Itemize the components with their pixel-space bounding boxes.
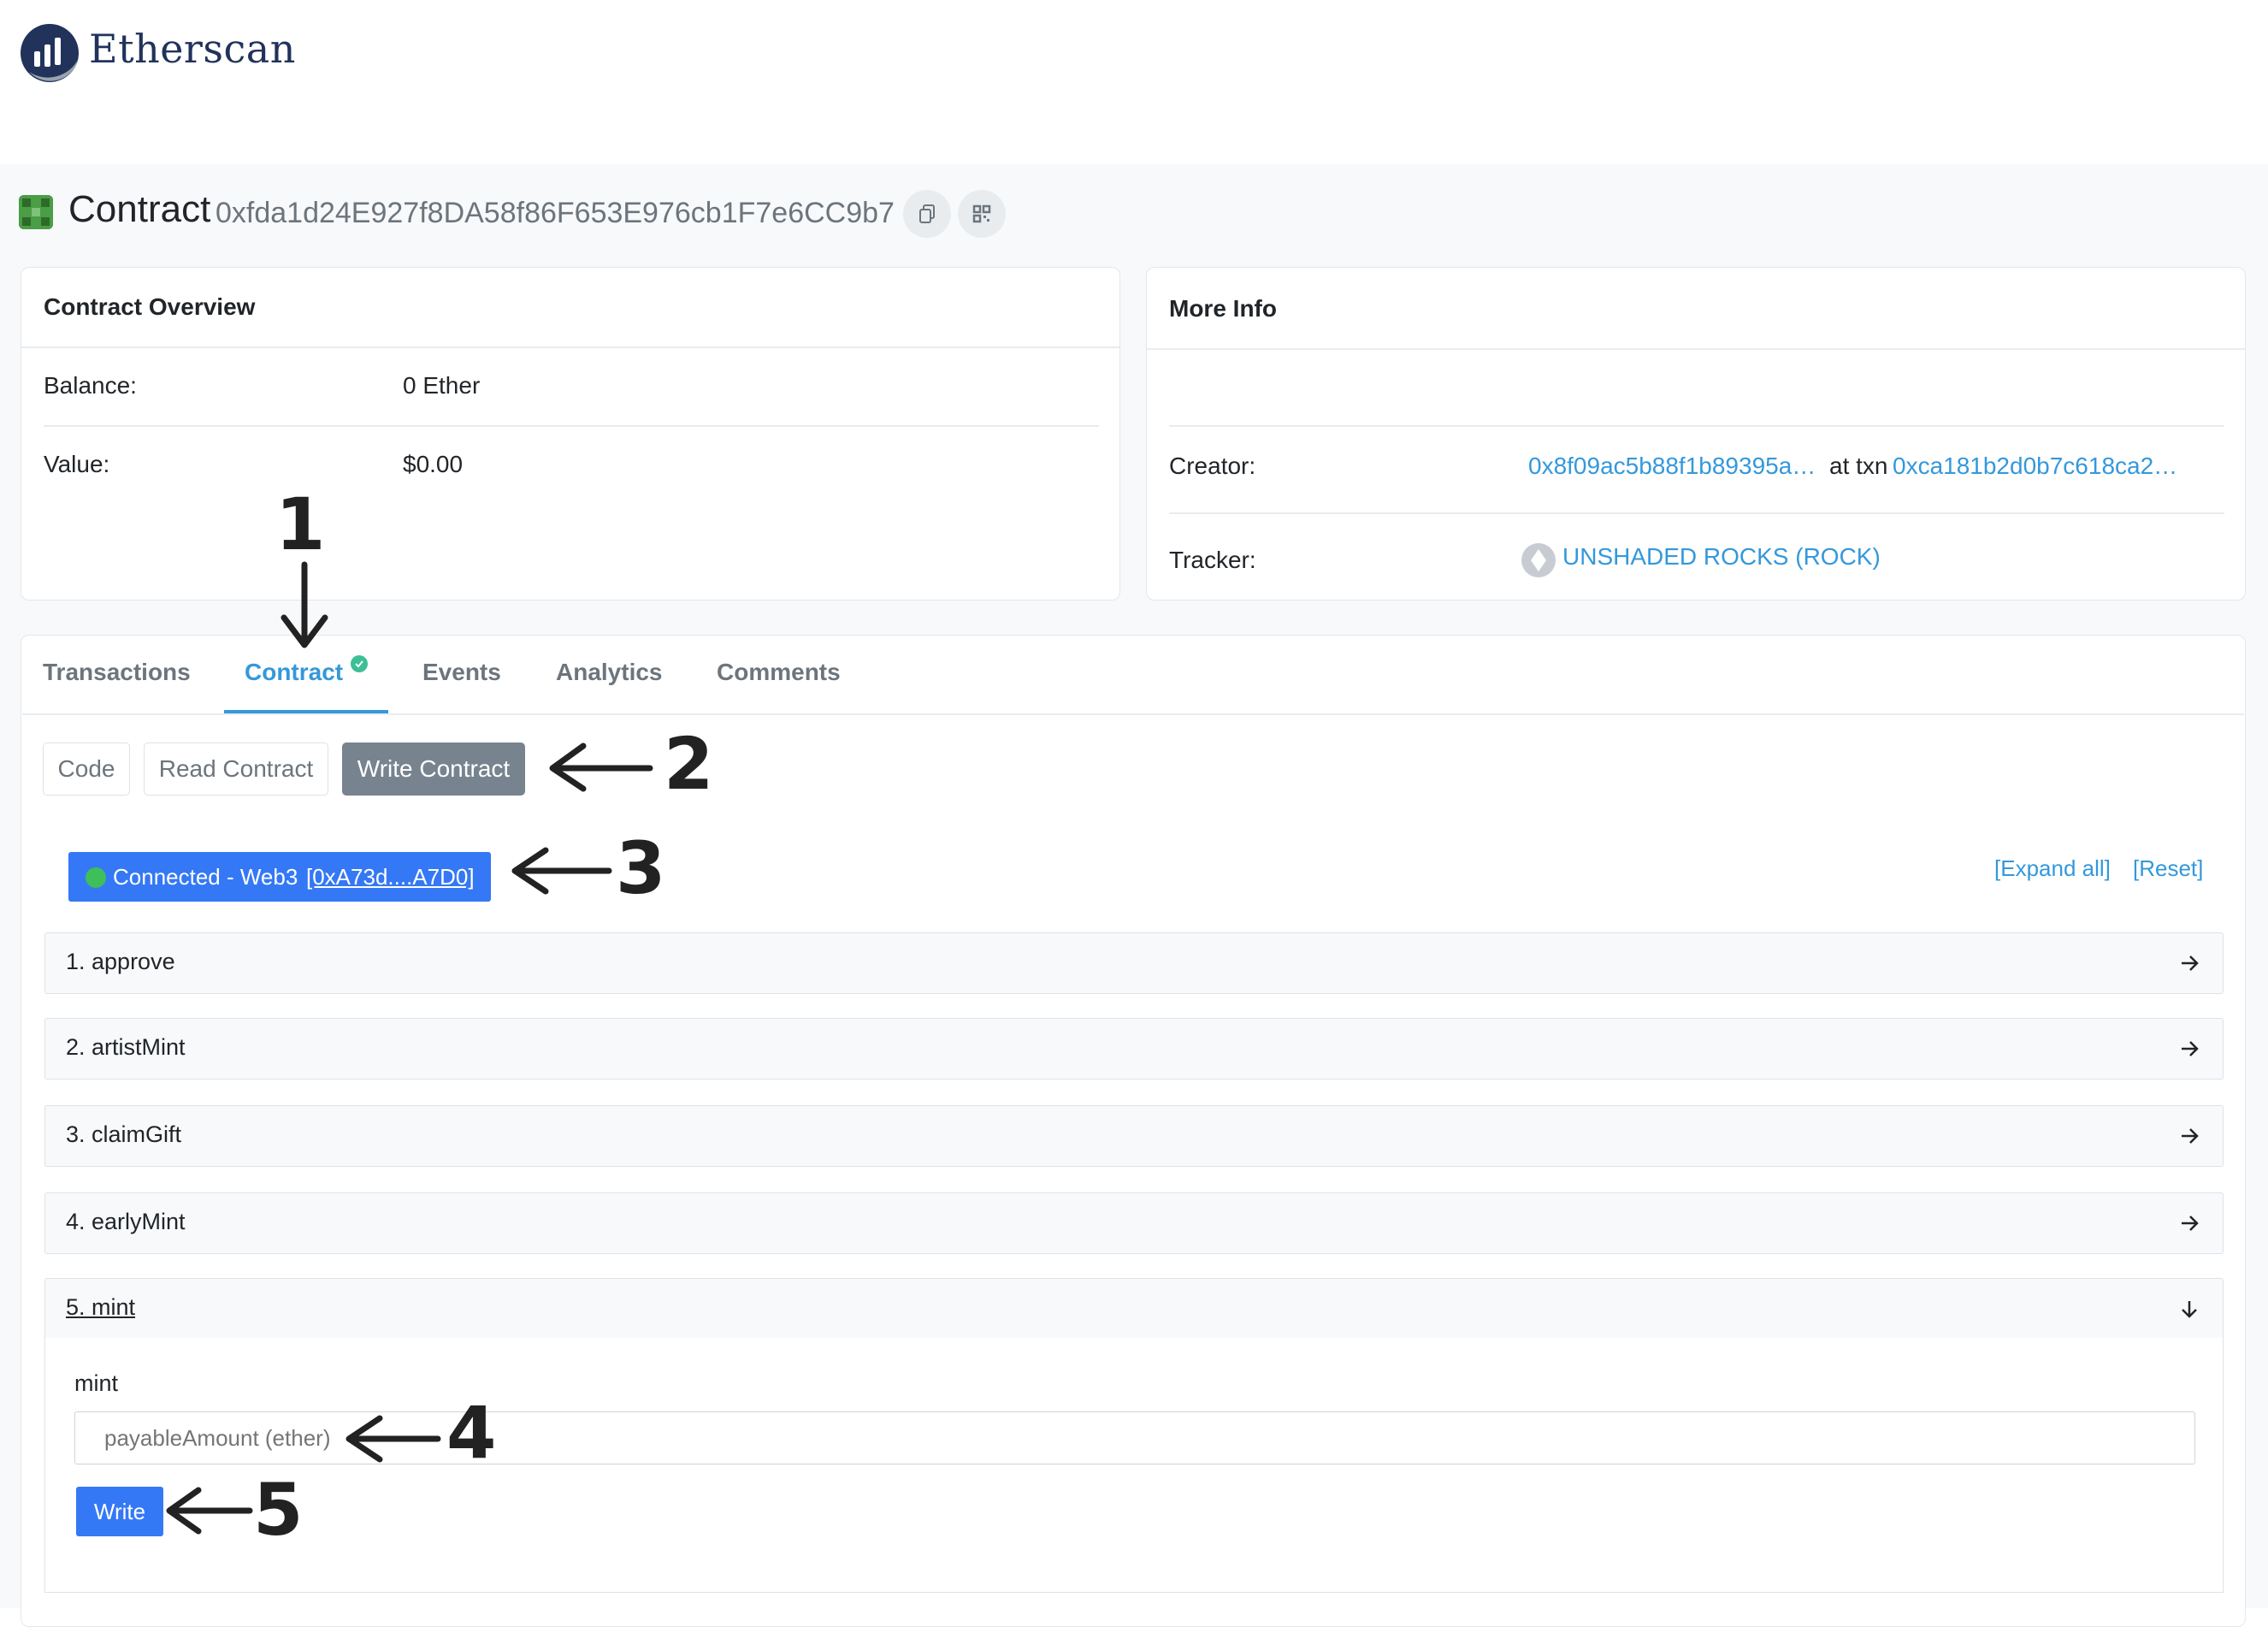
- annotation-arrow: [166, 1487, 253, 1535]
- annotation-1: 1: [275, 482, 328, 648]
- annotation-2: 2: [549, 722, 713, 806]
- annotation-5: 5: [166, 1468, 303, 1552]
- annotation-number: 1: [275, 482, 325, 566]
- annotation-3: 3: [511, 826, 665, 910]
- annotation-arrow: [346, 1415, 441, 1463]
- annotation-number: 2: [664, 722, 713, 806]
- annotation-overlay: 1 2 3 4 5: [166, 482, 713, 1552]
- annotation-4: 4: [346, 1391, 496, 1475]
- annotation-arrow: [511, 847, 612, 895]
- annotation-number: 4: [446, 1391, 496, 1475]
- annotation-arrow: [549, 743, 653, 792]
- annotation-number: 5: [253, 1468, 303, 1552]
- annotation-number: 3: [616, 826, 665, 910]
- annotation-arrow: [281, 561, 328, 648]
